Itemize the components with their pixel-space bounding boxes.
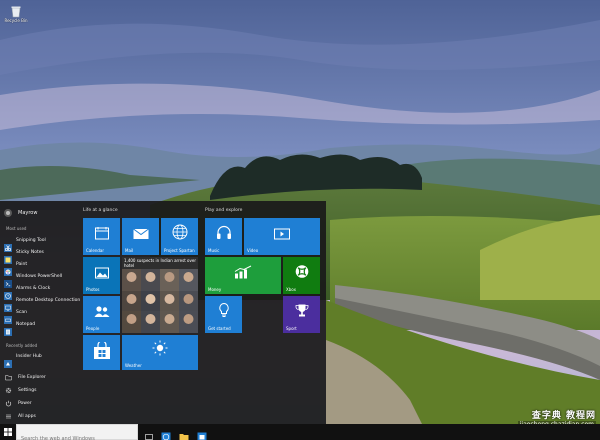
file-explorer-taskbar-icon[interactable] [179, 427, 189, 440]
app-snipping-tool[interactable]: Snipping Tool [4, 235, 80, 252]
app-insider-hub[interactable]: Insider Hub [4, 351, 80, 368]
app-notepad[interactable]: Notepad [4, 319, 80, 336]
mail-icon [132, 225, 149, 244]
recycle-bin-icon [9, 3, 23, 18]
sticky-note-icon [4, 249, 12, 264]
tile-mail[interactable]: Mail [122, 218, 159, 255]
tile-money[interactable]: Money [205, 257, 281, 294]
app-alarms-clock[interactable]: Alarms & Clock [4, 283, 80, 300]
app-remote-desktop[interactable]: Remote Desktop Connection [4, 295, 80, 312]
settings-link[interactable]: Settings [5, 385, 36, 395]
group-title-play: Play and explore [205, 208, 243, 213]
user-avatar-icon [4, 209, 12, 217]
people-icon [94, 303, 110, 322]
store-taskbar-icon[interactable] [197, 427, 207, 440]
power-icon [5, 400, 12, 407]
tile-sport[interactable]: Sport [283, 296, 320, 333]
tile-get-started[interactable]: Get started [205, 296, 242, 333]
all-apps-link[interactable]: All apps [5, 411, 36, 421]
tile-music[interactable]: Music [205, 218, 242, 255]
app-windows-powershell[interactable]: Windows PowerShell [4, 271, 80, 288]
power-button[interactable]: Power [5, 398, 32, 408]
start-left-column: Mayrow Most used Snipping Tool Sticky No… [0, 201, 80, 424]
calendar-icon [94, 225, 109, 244]
news-headline: 1,400 suspects in Indian arrest over hot… [124, 258, 196, 268]
list-icon [5, 413, 12, 420]
windows-logo-icon [4, 428, 12, 436]
photo-icon [94, 264, 109, 283]
folder-icon [5, 374, 12, 381]
tile-calendar[interactable]: Calendar [83, 218, 120, 255]
tile-xbox[interactable]: Xbox [283, 257, 320, 294]
scissors-icon [4, 237, 12, 252]
notepad-icon [4, 321, 12, 336]
search-box[interactable] [16, 424, 138, 440]
xbox-icon [295, 264, 309, 283]
app-paint[interactable]: Paint [4, 259, 80, 276]
lightbulb-icon [218, 303, 230, 322]
store-icon [92, 339, 112, 364]
recycle-bin-desktop-icon[interactable]: Recycle Bin [2, 3, 30, 23]
file-explorer-link[interactable]: File Explorer [5, 372, 46, 382]
tile-project-spartan[interactable]: Project Spartan [161, 218, 198, 255]
globe-icon [172, 224, 188, 244]
gear-icon [5, 387, 12, 394]
paint-icon [4, 261, 12, 276]
news-photo [122, 257, 198, 333]
search-input[interactable] [17, 432, 137, 440]
task-view-icon[interactable] [144, 427, 154, 440]
tile-store[interactable] [83, 335, 120, 370]
tile-weather[interactable]: Weather [122, 335, 198, 370]
video-icon [274, 225, 290, 244]
insider-hub-icon [4, 353, 12, 368]
spartan-browser-icon[interactable] [161, 427, 171, 440]
recently-added-label: Recently added [6, 343, 38, 348]
remote-desktop-icon [4, 297, 12, 312]
scan-icon [4, 309, 12, 324]
tile-people[interactable]: People [83, 296, 120, 333]
user-name: Mayrow [18, 210, 38, 216]
recycle-bin-label: Recycle Bin [4, 18, 28, 23]
app-sticky-notes[interactable]: Sticky Notes [4, 247, 80, 264]
group-title-life: Life at a glance [83, 208, 118, 213]
most-used-label: Most used [6, 226, 27, 231]
start-button[interactable] [0, 424, 16, 440]
app-scan[interactable]: Scan [4, 307, 80, 324]
headphones-icon [216, 225, 232, 244]
taskbar [0, 424, 600, 440]
tile-news[interactable]: 1,400 suspects in Indian arrest over hot… [122, 257, 198, 333]
tile-video[interactable]: Video [244, 218, 320, 255]
trophy-icon [295, 303, 309, 322]
tile-photos[interactable]: Photos [83, 257, 120, 294]
chart-icon [234, 264, 252, 283]
clock-icon [4, 285, 12, 300]
powershell-icon [4, 273, 12, 288]
user-account[interactable]: Mayrow [4, 208, 37, 218]
sun-icon [152, 340, 168, 360]
